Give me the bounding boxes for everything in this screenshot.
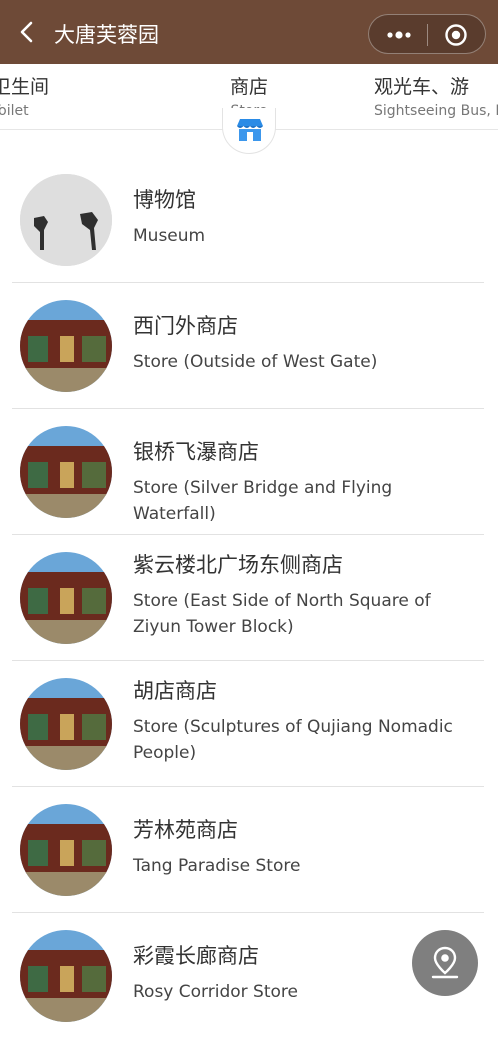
store-photo-image (20, 930, 112, 1022)
item-name-zh: 博物馆 (133, 188, 196, 212)
tab-label-zh: 观光车、游 (374, 76, 470, 98)
locate-button[interactable] (412, 930, 478, 996)
more-dots-icon[interactable] (383, 25, 415, 45)
store-photo-image (20, 552, 112, 644)
item-text: 胡店商店 Store (Sculptures of Qujiang Nomadi… (133, 676, 478, 766)
tab-label-en: Sightseeing Bus, Pl (374, 103, 498, 119)
item-name-en: Store (Outside of West Gate) (133, 352, 378, 372)
item-name-zh: 紫云楼北广场东侧商店 (133, 553, 343, 577)
item-name-zh: 胡店商店 (133, 679, 217, 703)
item-thumbnail (20, 930, 112, 1022)
item-text: 芳林苑商店 Tang Paradise Store (133, 815, 478, 879)
list-item[interactable]: 博物馆 Museum (12, 130, 484, 283)
item-text: 紫云楼北广场东侧商店 Store (East Side of North Squ… (133, 550, 478, 640)
close-target-icon[interactable] (444, 23, 468, 47)
store-photo-image (20, 678, 112, 770)
item-name-zh: 银桥飞瀑商店 (133, 440, 259, 464)
item-name-zh: 芳林苑商店 (133, 818, 238, 842)
item-text: 博物馆 Museum (133, 185, 478, 249)
capsule-divider (427, 24, 428, 46)
museum-sculpture-image (20, 174, 112, 266)
item-name-en: Store (Silver Bridge and Flying Waterfal… (133, 478, 393, 524)
item-name-en: Tang Paradise Store (133, 856, 301, 876)
miniprogram-capsule (368, 14, 486, 54)
item-name-en: Museum (133, 226, 206, 246)
item-thumbnail (20, 678, 112, 770)
item-thumbnail (20, 552, 112, 644)
store-photo-image (20, 300, 112, 392)
list-item[interactable]: 银桥飞瀑商店 Store (Silver Bridge and Flying W… (12, 409, 484, 535)
item-thumbnail (20, 174, 112, 266)
store-photo-image (20, 804, 112, 896)
page-title: 大唐芙蓉园 (54, 23, 159, 47)
item-thumbnail (20, 804, 112, 896)
back-chevron-icon[interactable] (14, 18, 42, 46)
store-photo-image (20, 426, 112, 518)
list-item[interactable]: 西门外商店 Store (Outside of West Gate) (12, 283, 484, 409)
item-thumbnail (20, 426, 112, 518)
list-item[interactable]: 彩霞长廊商店 Rosy Corridor Store (12, 913, 484, 1039)
list-item[interactable]: 紫云楼北广场东侧商店 Store (East Side of North Squ… (12, 535, 484, 661)
item-thumbnail (20, 300, 112, 392)
item-text: 西门外商店 Store (Outside of West Gate) (133, 311, 478, 375)
list-item[interactable]: 芳林苑商店 Tang Paradise Store (12, 787, 484, 913)
item-name-zh: 西门外商店 (133, 314, 238, 338)
item-name-en: Store (Sculptures of Qujiang Nomadic Peo… (133, 717, 453, 763)
item-text: 银桥飞瀑商店 Store (Silver Bridge and Flying W… (133, 437, 478, 527)
tab-sightseeing[interactable]: 观光车、游 Sightseeing Bus, Pl (374, 72, 498, 119)
item-name-en: Store (East Side of North Square of Ziyu… (133, 591, 431, 637)
nav-bar: 大唐芙蓉园 (0, 0, 498, 64)
location-pin-icon (431, 946, 459, 979)
list-item[interactable]: 胡店商店 Store (Sculptures of Qujiang Nomadi… (12, 661, 484, 787)
